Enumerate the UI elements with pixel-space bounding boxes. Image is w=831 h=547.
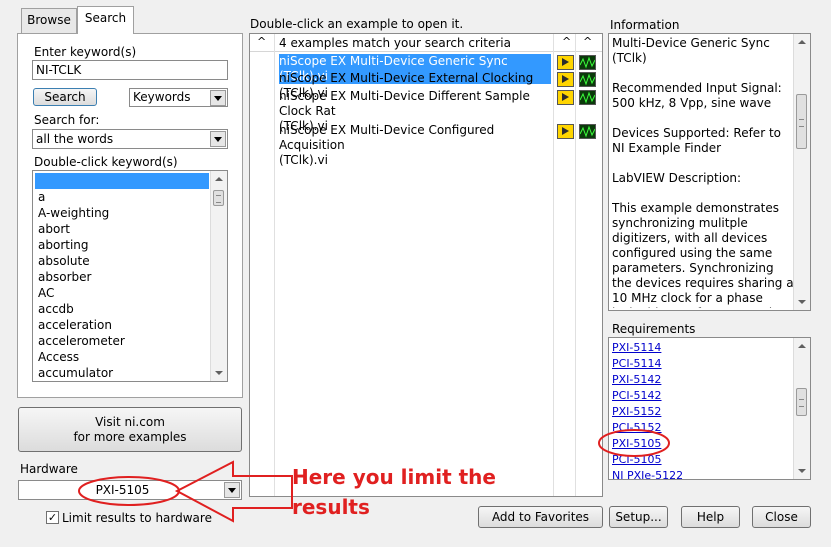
annotation-line2: results xyxy=(292,495,370,519)
requirement-highlight-ellipse xyxy=(598,429,670,457)
arrow-left-icon xyxy=(174,460,293,523)
hardware-highlight-ellipse xyxy=(78,476,180,506)
tab-search[interactable]: Search xyxy=(77,6,134,34)
annotation-text: Here you limit the results xyxy=(292,462,496,522)
annotation-line1: Here you limit the xyxy=(292,465,496,489)
